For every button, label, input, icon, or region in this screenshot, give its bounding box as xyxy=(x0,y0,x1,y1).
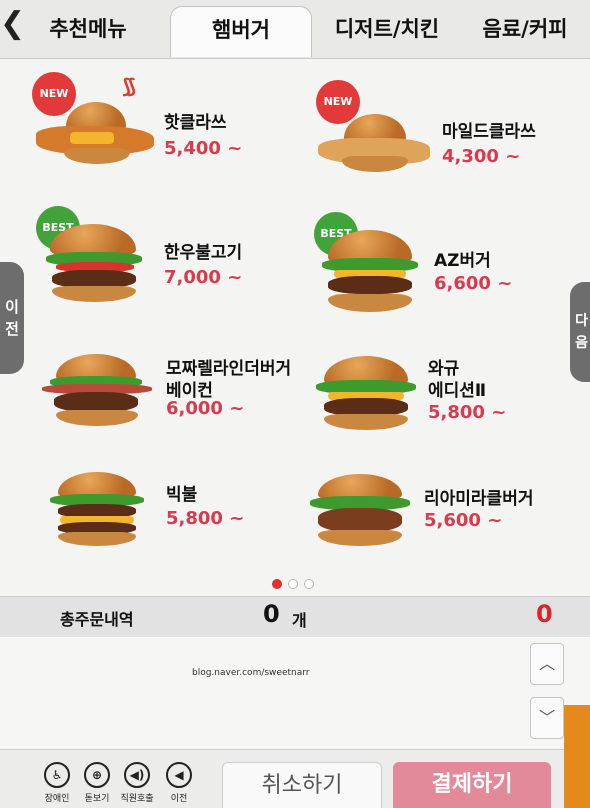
order-total-label: 총주문내역 xyxy=(60,610,134,629)
item-price: 5,800 ~ xyxy=(166,508,245,529)
prev-page-label: 이 전 xyxy=(5,298,19,338)
burger-image xyxy=(42,354,152,428)
category-tabbar: ❮ 추천메뉴 햄버거 디저트/치킨 음료/커피 xyxy=(0,0,590,59)
accessibility-label: 장애인 xyxy=(44,794,70,804)
back-arrow-icon[interactable]: ❮ xyxy=(0,6,25,46)
burger-image xyxy=(322,230,418,314)
page-indicator xyxy=(272,574,320,593)
item-price: 5,400 ~ xyxy=(164,138,243,159)
item-name: 와규 에디션Ⅱ xyxy=(428,359,487,401)
call-staff-button[interactable]: ◀) 직원호출 xyxy=(118,762,156,804)
page-dot-active[interactable] xyxy=(272,579,282,589)
order-count-unit: 개 xyxy=(292,611,307,630)
cart-list: blog.naver.com/sweetnarr ︿ ﹀ xyxy=(0,637,590,749)
burger-image xyxy=(36,102,154,168)
magnifier-icon: ⊕ xyxy=(84,762,110,788)
pay-button[interactable]: 결제하기 xyxy=(393,762,551,808)
item-price: 6,600 ~ xyxy=(434,273,513,294)
accessibility-magnifier-button[interactable]: ⊕ 돋보기 xyxy=(78,762,116,804)
item-name: 모짜렐라인더버거 베이컨 xyxy=(166,359,292,401)
scroll-up-button[interactable]: ︿ xyxy=(530,643,564,685)
item-name: 핫클라쓰 xyxy=(164,113,227,133)
page-dot[interactable] xyxy=(304,579,314,589)
back-icon: ◀ xyxy=(166,762,192,788)
order-total-amount: 0 xyxy=(536,600,553,628)
tab-recommended[interactable]: 추천메뉴 xyxy=(28,6,148,56)
item-price: 4,300 ~ xyxy=(442,146,521,167)
item-name: 마일드클라쓰 xyxy=(442,122,536,142)
chevron-up-icon: ︿ xyxy=(538,654,555,673)
burger-image xyxy=(316,356,416,432)
tab-drink-coffee[interactable]: 음료/커피 xyxy=(466,6,584,56)
item-price: 6,000 ~ xyxy=(166,398,245,419)
item-price: 7,000 ~ xyxy=(164,267,243,288)
burger-image xyxy=(318,114,430,176)
item-name: 한우불고기 xyxy=(164,243,243,263)
device-edge xyxy=(564,705,590,808)
menu-item[interactable]: NEW ⟆⟆ 핫클라쓰 5,400 ~ xyxy=(30,72,300,182)
watermark-text: blog.naver.com/sweetnarr xyxy=(192,668,310,678)
accessibility-label: 직원호출 xyxy=(120,794,154,804)
accessibility-label: 이전 xyxy=(170,794,188,804)
call-staff-icon: ◀) xyxy=(124,762,150,788)
menu-item[interactable]: BEST 한우불고기 7,000 ~ xyxy=(34,206,304,316)
prev-page-button[interactable]: 이 전 xyxy=(0,262,24,374)
menu-item[interactable]: 모짜렐라인더버거 베이컨 6,000 ~ xyxy=(38,350,318,440)
accessibility-wheelchair-button[interactable]: ♿ 장애인 xyxy=(38,762,76,804)
wheelchair-icon: ♿ xyxy=(44,762,70,788)
item-name: 빅불 xyxy=(166,485,198,505)
scroll-down-button[interactable]: ﹀ xyxy=(530,697,564,739)
spicy-icon: ⟆⟆ xyxy=(122,74,136,98)
item-price: 5,600 ~ xyxy=(424,510,503,531)
kiosk-screen: ❮ 추천메뉴 햄버거 디저트/치킨 음료/커피 이 전 다 음 NEW ⟆⟆ 핫… xyxy=(0,0,590,808)
order-count: 0 xyxy=(263,600,280,628)
tab-hamburger[interactable]: 햄버거 xyxy=(170,6,312,57)
item-name: AZ버거 xyxy=(434,251,491,271)
page-dot[interactable] xyxy=(288,579,298,589)
burger-image xyxy=(46,224,142,306)
burger-image xyxy=(310,474,410,550)
menu-item[interactable]: 리아미라클버거 5,600 ~ xyxy=(308,472,584,562)
burger-image xyxy=(50,472,144,548)
item-price: 5,800 ~ xyxy=(428,402,507,423)
accessibility-label: 돋보기 xyxy=(84,794,110,804)
menu-item[interactable]: 빅불 5,800 ~ xyxy=(46,470,316,560)
menu-item[interactable]: BEST AZ버거 6,600 ~ xyxy=(312,212,582,322)
bottom-action-bar: ♿ 장애인 ⊕ 돋보기 ◀) 직원호출 ◀ 이전 취소하기 결제하기 xyxy=(0,749,590,808)
tab-dessert-chicken[interactable]: 디저트/치킨 xyxy=(322,6,452,56)
chevron-down-icon: ﹀ xyxy=(538,708,555,727)
cancel-button[interactable]: 취소하기 xyxy=(222,762,382,808)
order-summary-bar: 총주문내역 0 개 0 xyxy=(0,596,590,638)
accessibility-back-button[interactable]: ◀ 이전 xyxy=(160,762,198,804)
item-name: 리아미라클버거 xyxy=(424,489,534,509)
menu-item[interactable]: 와규 에디션Ⅱ 5,800 ~ xyxy=(314,352,584,442)
menu-item[interactable]: NEW 마일드클라쓰 4,300 ~ xyxy=(314,80,584,190)
